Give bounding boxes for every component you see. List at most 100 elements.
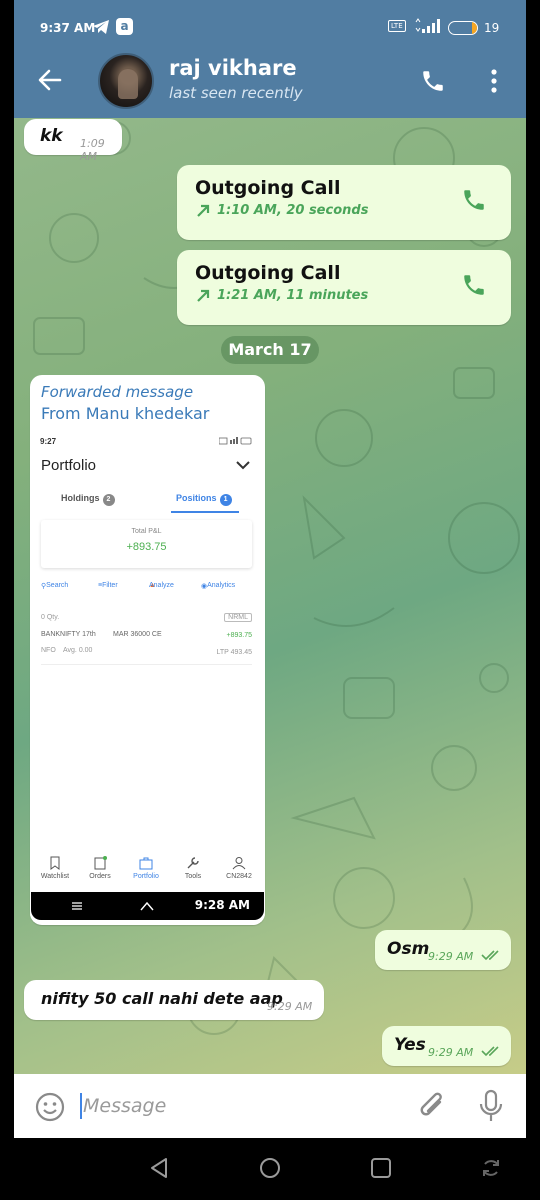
back-arrow-icon[interactable] [36, 66, 64, 94]
contact-name[interactable]: raj vikhare [169, 56, 297, 80]
shot-portfolio-title: Portfolio [41, 457, 97, 474]
message-text: kk [40, 126, 63, 146]
message-bubble-outgoing[interactable]: Yes 9:29 AM [382, 1026, 511, 1066]
shot-nav-portfolio-label: Portfolio [133, 873, 159, 880]
message-bubble-incoming[interactable]: nifity 50 call nahi dete aap 9:29 AM [24, 980, 324, 1020]
shot-tool-analytics-label: Analytics [207, 582, 236, 589]
shot-nav-portfolio: Portfolio [126, 856, 166, 880]
shot-nav-tools: Tools [173, 856, 213, 880]
message-bubble-incoming[interactable]: kk 1:09 AM [24, 119, 122, 163]
message-time: 9:29 AM [428, 950, 474, 963]
forwarded-from-prefix: From [41, 404, 81, 423]
outgoing-call-bubble[interactable]: Outgoing Call 1:10 AM, 20 seconds [177, 165, 511, 240]
shot-nav-orders-label: Orders [89, 873, 111, 880]
phone-icon[interactable] [420, 68, 446, 94]
outgoing-call-bubble[interactable]: Outgoing Call 1:21 AM, 11 minutes [177, 250, 511, 325]
shot-pl-card: Total P&L +893.75 [41, 520, 252, 568]
shot-position-avg: Avg. 0.00 [63, 647, 93, 654]
nav-back-icon[interactable] [148, 1156, 172, 1180]
call-detail: 1:21 AM, 11 minutes [217, 288, 369, 303]
shot-position-product: NRML [224, 613, 252, 622]
shot-position-symbol: BANKNIFTY 17th [41, 631, 96, 638]
attach-icon[interactable] [418, 1090, 448, 1122]
battery-level: 19 [484, 21, 500, 35]
shot-pl-label: Total P&L [131, 528, 162, 535]
chat-header: raj vikhare last seen recently [14, 44, 526, 118]
shot-tab-positions-label: Positions [176, 493, 217, 503]
forwarded-from-name[interactable]: Manu khedekar [86, 404, 210, 423]
system-navigation-bar [0, 1138, 540, 1200]
shot-tool-search: ⚲ Search [41, 582, 69, 590]
rotate-icon[interactable] [479, 1156, 503, 1180]
shot-position-row: 0 Qty. NRML BANKNIFTY 17th MAR 36000 CE … [41, 610, 252, 665]
shot-nav-tools-label: Tools [184, 873, 202, 880]
shot-tab-holdings: Holdings 2 [61, 493, 115, 506]
message-text: Osm [387, 939, 430, 959]
forwarded-message[interactable]: Forwarded message From Manu khedekar 9:2… [30, 375, 265, 925]
message-text: Yes [394, 1035, 426, 1055]
shot-tool-analytics: ◉ Analytics [201, 582, 236, 590]
menu-icon [72, 902, 82, 910]
text-cursor [80, 1093, 82, 1119]
screenshot-time: 9:28 AM [194, 898, 250, 912]
microphone-icon[interactable] [478, 1089, 504, 1123]
more-menu-icon[interactable] [488, 68, 500, 94]
volte-icon: LTE [388, 20, 406, 32]
shot-holdings-count: 2 [102, 494, 115, 506]
call-title: Outgoing Call [195, 177, 341, 199]
message-input[interactable]: Message [83, 1095, 166, 1117]
forwarded-label: Forwarded message [41, 383, 194, 401]
telegram-notification-icon [93, 20, 109, 34]
shot-position-exchange: NFO [41, 647, 56, 654]
shot-status-time: 9:27 [40, 437, 57, 446]
telegram-screen: 9:37 AM a LTE 19 raj vikhare last seen r… [14, 0, 526, 1138]
forwarded-screenshot-image[interactable]: 9:27 Portfolio Holdings 2 Positions 1 Tota… [30, 432, 265, 922]
chat-area[interactable]: kk 1:09 AM Outgoing Call 1:10 AM, 20 sec… [14, 118, 526, 1074]
shot-pl-value: +893.75 [126, 541, 167, 553]
shot-tab-underline [171, 511, 239, 513]
outgoing-arrow-icon [197, 289, 210, 302]
double-check-icon [481, 1046, 499, 1057]
message-bubble-outgoing[interactable]: Osm 9:29 AM [375, 930, 511, 970]
battery-fill [471, 22, 477, 34]
shot-position-qty: 0 Qty. [41, 614, 60, 621]
shot-system-bar: 9:28 AM [31, 892, 264, 920]
call-title: Outgoing Call [195, 262, 341, 284]
shot-nav-account-label: CN2842 [226, 873, 252, 880]
shot-tool-search-label: Search [46, 582, 69, 589]
message-time: 9:29 AM [267, 1000, 313, 1013]
shot-position-pnl: +893.75 [226, 632, 253, 639]
shot-tab-holdings-label: Holdings [61, 493, 100, 503]
shot-position-ltp: LTP 493.45 [216, 649, 252, 656]
status-time: 9:37 AM [40, 21, 96, 35]
call-back-phone-icon[interactable] [461, 187, 487, 213]
message-input-bar: Message [14, 1074, 526, 1138]
battery-icon [448, 21, 478, 35]
call-back-phone-icon[interactable] [461, 272, 487, 298]
user-icon [232, 857, 246, 870]
nav-home-icon[interactable] [258, 1156, 282, 1180]
shot-nav-watchlist: Watchlist [35, 856, 75, 880]
emoji-icon[interactable] [34, 1091, 66, 1123]
chevron-down-icon [236, 461, 250, 470]
shot-nav-orders: Orders [80, 856, 120, 880]
nav-recents-icon[interactable] [369, 1156, 393, 1180]
avatar[interactable] [98, 53, 154, 109]
message-text: nifity 50 call nahi dete aap [41, 989, 283, 1008]
wrench-icon [187, 857, 199, 869]
message-time: 1:09 AM [80, 137, 105, 163]
shot-nav-account: CN2842 [219, 856, 259, 880]
home-icon [140, 901, 154, 911]
shot-tab-positions: Positions 1 [176, 493, 232, 506]
shot-position-contract: MAR 36000 CE [113, 631, 162, 638]
shot-tool-analyze-label: Analyze [149, 582, 174, 589]
call-detail: 1:10 AM, 20 seconds [217, 203, 369, 218]
date-separator: March 17 [221, 336, 319, 364]
app-notification-badge: a [116, 18, 133, 35]
orders-icon [94, 856, 107, 870]
shot-positions-count: 1 [219, 494, 232, 506]
shot-tool-filter-label: Filter [102, 582, 118, 589]
forwarded-from[interactable]: From Manu khedekar [41, 404, 209, 423]
outgoing-arrow-icon [197, 204, 210, 217]
shot-status-icons [219, 437, 252, 445]
